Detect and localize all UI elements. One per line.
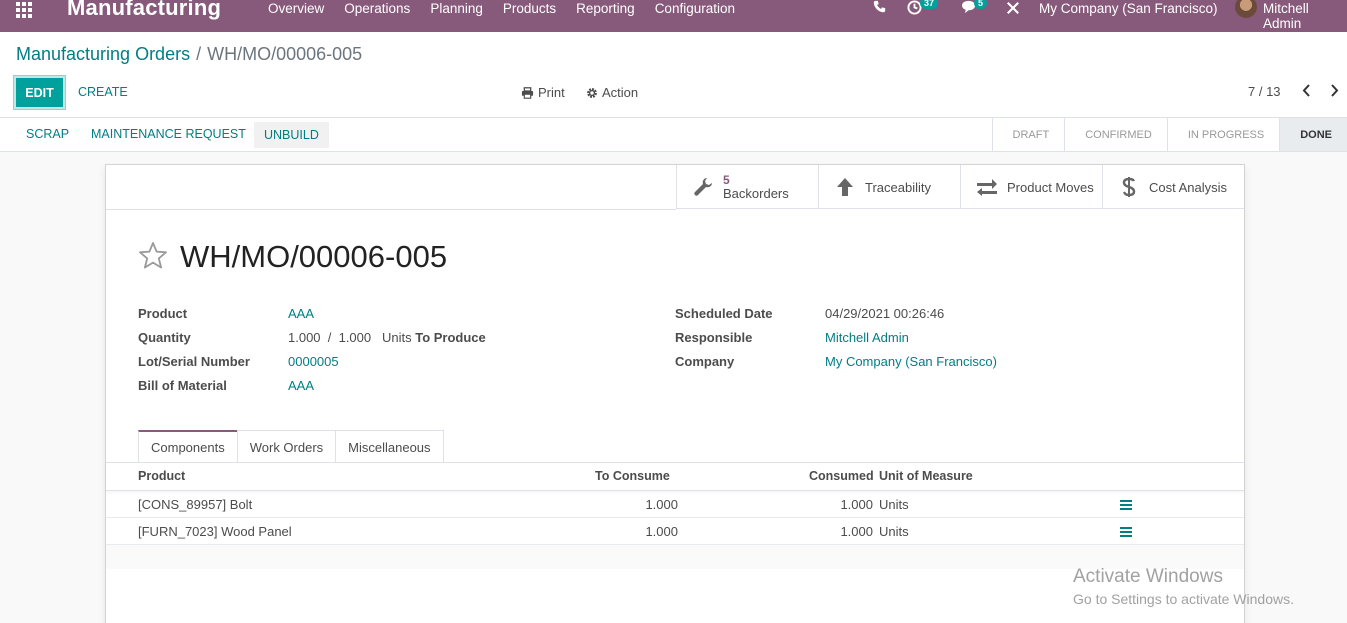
stage-pipeline: DRAFT CONFIRMED IN PROGRESS DONE — [991, 118, 1347, 151]
action-button[interactable]: Action — [586, 85, 638, 100]
stage-draft[interactable]: DRAFT — [991, 118, 1065, 151]
field-value-quantity: 1.000 / 1.000 Units To Produce — [288, 330, 486, 345]
field-value-company[interactable]: My Company (San Francisco) — [825, 354, 997, 369]
product-moves-label: Product Moves — [1007, 179, 1094, 195]
cell-consumed: 1.000 — [840, 524, 873, 539]
traceability-label: Traceability — [865, 179, 931, 195]
tab-work-orders[interactable]: Work Orders — [236, 430, 337, 463]
column-to-consume[interactable]: To Consume — [595, 469, 670, 483]
control-panel: Manufacturing Orders / WH/MO/00006-005 EDI… — [0, 32, 1347, 118]
product-moves-button[interactable]: Product Moves — [960, 165, 1102, 209]
backorders-label: Backorders — [723, 186, 789, 201]
field-value-bom[interactable]: AAA — [288, 378, 314, 393]
print-icon — [521, 86, 534, 99]
stage-done[interactable]: DONE — [1279, 118, 1347, 151]
quantity-suffix: To Produce — [415, 330, 486, 345]
form-statusbar: SCRAP MAINTENANCE REQUEST UNBUILD DRAFT … — [0, 118, 1347, 152]
create-button[interactable]: CREATE — [78, 85, 128, 99]
top-navbar: Manufacturing Overview Operations Planni… — [0, 0, 1347, 32]
detailed-operations-list-icon[interactable] — [1120, 527, 1132, 537]
traceability-button[interactable]: Traceability — [818, 165, 960, 209]
field-label-product: Product — [138, 306, 188, 321]
field-value-lot[interactable]: 0000005 — [288, 354, 339, 369]
debug-tools-icon[interactable] — [1006, 1, 1020, 18]
watermark-subtitle: Go to Settings to activate Windows. — [1073, 591, 1294, 607]
column-unit-of-measure[interactable]: Unit of Measure — [879, 469, 973, 483]
user-avatar[interactable] — [1235, 0, 1257, 18]
company-switcher[interactable]: My Company (San Francisco) — [1039, 1, 1218, 16]
stage-confirmed[interactable]: CONFIRMED — [1064, 118, 1167, 151]
cell-product: [CONS_89957] Bolt — [138, 497, 253, 512]
maintenance-request-button[interactable]: MAINTENANCE REQUEST — [91, 127, 246, 141]
activation-watermark: Activate Windows Go to Settings to activ… — [1073, 566, 1294, 607]
pager-value[interactable]: 7 / 13 — [1248, 84, 1281, 99]
cost-analysis-button[interactable]: Cost Analysis — [1102, 165, 1244, 209]
backorders-button[interactable]: 5 Backorders — [676, 165, 818, 209]
cell-uom: Units — [879, 524, 909, 539]
field-label-company: Company — [675, 354, 735, 369]
breadcrumb: Manufacturing Orders / WH/MO/00006-005 — [16, 44, 362, 65]
pager-next-icon[interactable] — [1330, 84, 1339, 100]
cell-to-consume: 1.000 — [645, 497, 678, 512]
column-product[interactable]: Product — [138, 469, 185, 483]
print-label: Print — [538, 85, 565, 100]
field-label-scheduled-date: Scheduled Date — [675, 306, 773, 321]
cell-consumed: 1.000 — [840, 497, 873, 512]
wrench-icon — [691, 177, 715, 197]
field-label-quantity: Quantity — [138, 330, 191, 345]
field-label-responsible: Responsible — [675, 330, 753, 345]
scrap-button[interactable]: SCRAP — [26, 127, 69, 141]
cell-to-consume: 1.000 — [645, 524, 678, 539]
tab-components[interactable]: Components — [138, 430, 238, 463]
cell-uom: Units — [879, 497, 909, 512]
record-title-row: WH/MO/00006-005 — [138, 239, 447, 275]
breadcrumb-current: WH/MO/00006-005 — [207, 44, 363, 64]
field-label-lot: Lot/Serial Number — [138, 354, 250, 369]
phone-icon[interactable] — [873, 0, 886, 16]
detailed-operations-list-icon[interactable] — [1120, 500, 1132, 510]
activity-count-badge: 37 — [920, 0, 939, 9]
table-row[interactable]: [FURN_7023] Wood Panel 1.000 1.000 Units — [106, 518, 1244, 545]
table-row[interactable]: [CONS_89957] Bolt 1.000 1.000 Units — [106, 491, 1244, 518]
unbuild-button[interactable]: UNBUILD — [254, 122, 329, 148]
field-label-bom: Bill of Material — [138, 378, 227, 393]
form-sheet: 5 Backorders Traceability Product Moves … — [105, 164, 1245, 623]
field-value-product[interactable]: AAA — [288, 306, 314, 321]
quantity-unit: Units — [381, 330, 412, 345]
action-label: Action — [602, 85, 639, 100]
breadcrumb-parent[interactable]: Manufacturing Orders — [16, 44, 190, 64]
field-value-responsible[interactable]: Mitchell Admin — [825, 330, 909, 345]
field-value-scheduled-date: 04/29/2021 00:26:46 — [825, 306, 945, 321]
exchange-icon — [975, 178, 999, 196]
pager-previous-icon[interactable] — [1302, 84, 1311, 100]
message-count-badge: 5 — [974, 0, 988, 9]
record-title: WH/MO/00006-005 — [180, 239, 448, 274]
column-consumed[interactable]: Consumed — [809, 469, 874, 483]
tab-miscellaneous[interactable]: Miscellaneous — [335, 430, 444, 463]
breadcrumb-separator: / — [196, 44, 202, 64]
cell-product: [FURN_7023] Wood Panel — [138, 524, 292, 539]
cost-analysis-label: Cost Analysis — [1149, 179, 1228, 195]
backorders-count: 5 — [723, 173, 730, 187]
quantity-value: 1.000 / 1.000 — [288, 330, 372, 345]
components-table-header: Product To Consume Consumed Unit of Meas… — [106, 463, 1244, 491]
arrow-up-icon — [833, 177, 857, 197]
dollar-icon — [1117, 176, 1141, 198]
button-box-divider — [106, 209, 676, 210]
watermark-title: Activate Windows — [1073, 566, 1223, 587]
user-menu[interactable]: Mitchell Admin — [1263, 1, 1347, 31]
gear-icon — [587, 87, 597, 98]
edit-button[interactable]: EDIT — [14, 76, 65, 109]
navbar-systray: 37 5 My Company (San Francisco) Mitchell… — [0, 0, 1347, 32]
stage-in-progress[interactable]: IN PROGRESS — [1166, 118, 1280, 151]
notebook-tabs: Components Work Orders Miscellaneous — [138, 430, 444, 463]
print-button[interactable]: Print — [521, 85, 565, 100]
star-icon[interactable] — [138, 241, 168, 273]
smart-button-box: 5 Backorders Traceability Product Moves … — [676, 165, 1244, 209]
